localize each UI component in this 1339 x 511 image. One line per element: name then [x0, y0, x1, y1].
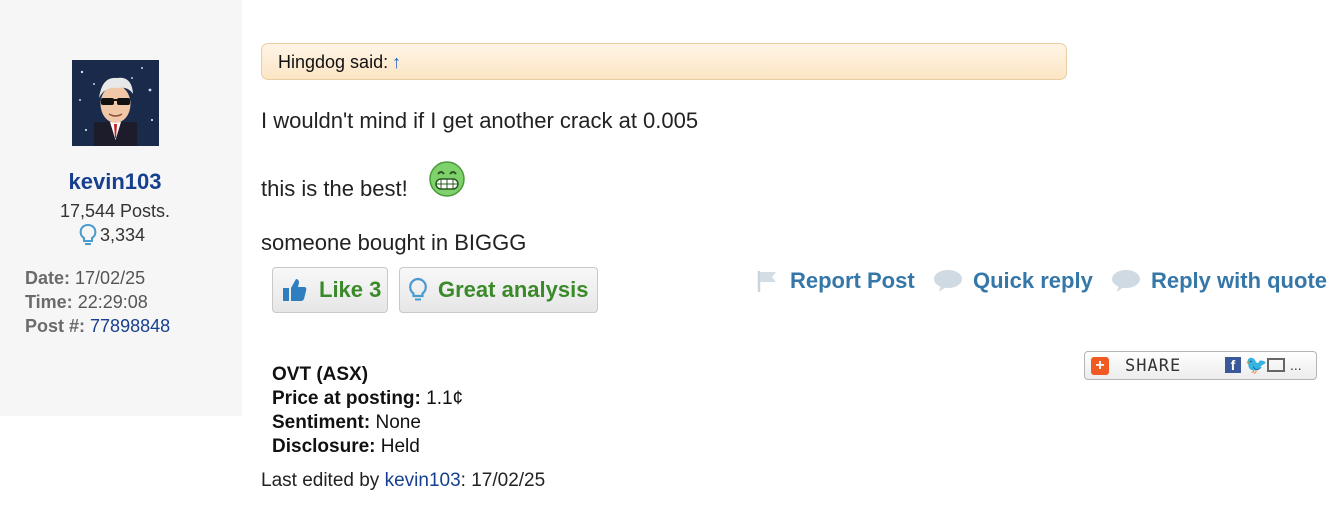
disclosure-label: Disclosure:: [272, 436, 376, 457]
time-value: 22:29:08: [77, 292, 148, 312]
speech-bubble-icon: [1112, 270, 1140, 292]
date-value: 17/02/25: [75, 268, 146, 288]
quote-header: Hingdog said: ↑: [261, 43, 1067, 80]
quote-arrow-link[interactable]: ↑: [392, 52, 401, 72]
postno-link[interactable]: 77898848: [90, 316, 170, 336]
post-count: 17,544 Posts.: [59, 201, 171, 221]
twitter-icon[interactable]: 🐦: [1245, 355, 1267, 376]
reply-with-quote-link[interactable]: Reply with quote: [1111, 268, 1327, 294]
time-label: Time:: [25, 292, 73, 312]
share-label: SHARE: [1125, 355, 1182, 376]
great-analysis-label: Great analysis: [438, 277, 589, 302]
post-date: Date: 17/02/25: [25, 268, 145, 289]
postno-label: Post #:: [25, 316, 86, 336]
price-value: 1.1¢: [426, 388, 464, 409]
share-button[interactable]: + SHARE f 🐦 ...: [1084, 351, 1317, 380]
lightbulb-icon: [409, 277, 427, 301]
quick-reply-link[interactable]: Quick reply: [933, 268, 1093, 294]
speech-bubble-icon: [934, 270, 962, 292]
like-button[interactable]: Like 3: [272, 267, 388, 313]
facebook-icon[interactable]: f: [1225, 357, 1241, 373]
report-post-label: Report Post: [790, 268, 915, 293]
likes-count: 3,334: [78, 223, 145, 247]
post-time: Time: 22:29:08: [25, 292, 148, 313]
avatar[interactable]: [72, 60, 159, 146]
email-icon[interactable]: [1267, 358, 1285, 372]
price-at-posting: Price at posting: 1.1¢: [272, 388, 463, 410]
like-label: Like 3: [319, 277, 382, 302]
great-analysis-button[interactable]: Great analysis: [399, 267, 598, 313]
edited-user-link[interactable]: kevin103: [385, 470, 461, 491]
disclosure-value: Held: [380, 436, 420, 457]
more-icon[interactable]: ...: [1290, 357, 1302, 373]
price-label: Price at posting:: [272, 388, 421, 409]
user-sidebar: kevin103 17,544 Posts. 3,334 Date: 17/02…: [0, 0, 242, 416]
post-text-line: I wouldn't mind if I get another crack a…: [261, 108, 699, 133]
reply-with-quote-label: Reply with quote: [1151, 268, 1327, 293]
edited-prefix: Last edited by: [261, 470, 380, 491]
thumbs-up-icon: [283, 279, 307, 301]
avatar-sunglasses-icon: [72, 60, 159, 146]
date-label: Date:: [25, 268, 71, 288]
edited-date: : 17/02/25: [460, 470, 546, 491]
flag-icon: [757, 271, 776, 292]
post-number: Post #: 77898848: [25, 316, 170, 337]
quote-author: Hingdog said:: [278, 52, 389, 72]
lightbulb-icon: [78, 223, 98, 247]
quick-reply-label: Quick reply: [973, 268, 1093, 293]
likes-value: 3,334: [100, 224, 146, 245]
sentiment: Sentiment: None: [272, 412, 421, 434]
plus-icon: +: [1091, 356, 1109, 375]
sentiment-label: Sentiment:: [272, 412, 371, 433]
disclosure: Disclosure: Held: [272, 436, 420, 458]
username[interactable]: kevin103: [0, 169, 230, 195]
post-text-line: this is the best!: [261, 176, 408, 201]
sentiment-value: None: [375, 412, 421, 433]
post-text-line: someone bought in BIGGG: [261, 230, 527, 255]
grin-emoji-icon: [429, 161, 465, 197]
report-post-link[interactable]: Report Post: [756, 268, 915, 294]
last-edited: Last edited by kevin103: 17/02/25: [261, 470, 545, 492]
stock-code: OVT (ASX): [272, 364, 369, 385]
